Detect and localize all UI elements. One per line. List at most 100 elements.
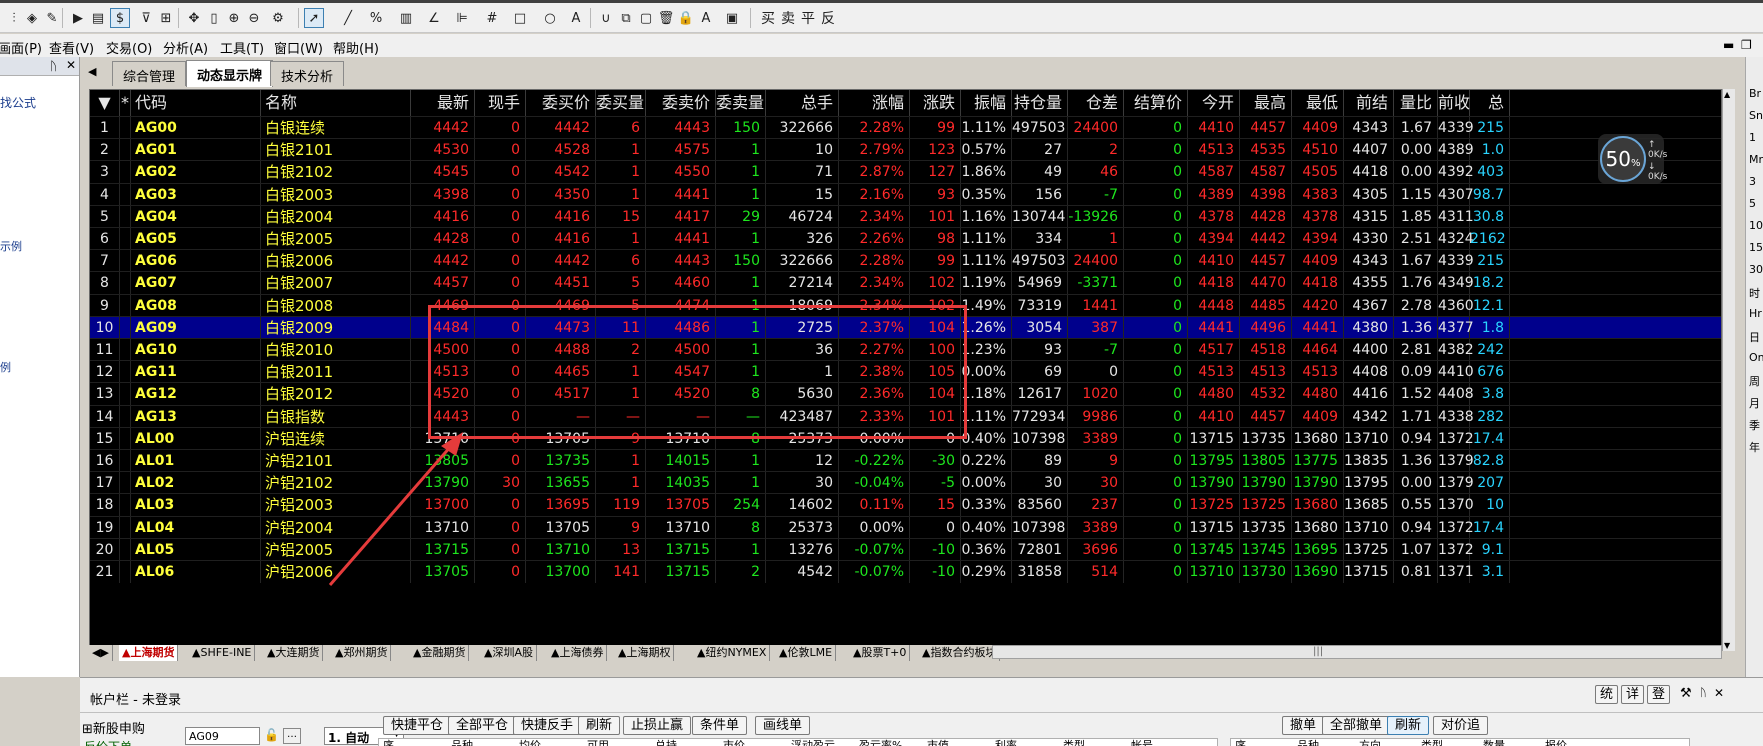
menu-trade[interactable]: 交易(O) xyxy=(106,38,152,57)
cursor-arrow-icon[interactable]: ➚ xyxy=(304,8,324,28)
table-row[interactable]: 2 AG01 白银2101 4530 0 4528 1 4575 1 10 2.79% 123 0.57… xyxy=(90,138,1721,162)
text-tool-icon[interactable]: A xyxy=(566,8,586,28)
period-button[interactable]: 1 xyxy=(1749,131,1756,144)
settings-gear-icon[interactable]: ⚙ xyxy=(268,8,288,28)
expand-icon[interactable]: ⊞ xyxy=(82,722,93,737)
sheet-tab[interactable]: ▲股票T+0 xyxy=(850,645,911,661)
table-row[interactable]: 19 AL04 沪铝2004 13710 0 13705 9 13710 8 25373 0.00%… xyxy=(90,515,1721,539)
ruler-icon[interactable]: ▥ xyxy=(396,8,416,28)
tools-icon[interactable]: ⚒ xyxy=(1680,686,1692,701)
buy-button[interactable]: 买 xyxy=(758,8,778,28)
column-header[interactable]: 振幅 xyxy=(961,90,1012,116)
lock-icon[interactable]: 🔓 xyxy=(264,728,279,742)
cancel-all-button[interactable]: 全部撤单 xyxy=(1322,716,1391,735)
period-button[interactable]: 10 xyxy=(1749,219,1763,232)
close-position-button[interactable]: 平 xyxy=(798,8,818,28)
copy-icon[interactable]: ⧉ xyxy=(616,8,636,28)
column-header[interactable]: 仓差 xyxy=(1068,90,1124,116)
tab-scroll-left-icon[interactable]: ◀ xyxy=(88,65,96,78)
sheet-tab[interactable]: ▲上海债券 xyxy=(548,645,608,661)
column-header[interactable]: 委卖量 xyxy=(716,90,766,116)
period-button[interactable]: 3 xyxy=(1749,175,1756,188)
account-button[interactable]: 详 xyxy=(1621,685,1645,704)
table-row[interactable]: 3 AG02 白银2102 4545 0 4542 1 4550 1 71 2.87% 127 1.86… xyxy=(90,160,1721,184)
rectangle-tool-icon[interactable]: □ xyxy=(510,8,530,28)
sell-button[interactable]: 卖 xyxy=(778,8,798,28)
column-header[interactable]: 品种 xyxy=(451,739,473,746)
account-button[interactable]: 登 xyxy=(1647,685,1671,704)
period-button[interactable]: 年 xyxy=(1749,439,1760,455)
left-panel-item-example-1[interactable]: 示例 xyxy=(0,238,22,254)
scroll-grip-icon[interactable]: ||| xyxy=(1313,646,1323,657)
sheet-scroll-icon[interactable]: ◀▶ xyxy=(89,645,113,661)
period-button[interactable]: 日 xyxy=(1749,329,1760,345)
filter-icon[interactable]: ⊽ xyxy=(136,8,156,28)
menu-tools[interactable]: 工具(T) xyxy=(220,38,264,57)
close-icon[interactable]: ✕ xyxy=(66,58,76,72)
table-row[interactable]: 8 AG07 白银2007 4457 0 4451 5 4460 1 27214 2.34% 102 1… xyxy=(90,271,1721,295)
column-header[interactable]: 今开 xyxy=(1188,90,1240,116)
sheet-tab[interactable]: ▲金融期货 xyxy=(410,645,470,661)
menu-window[interactable]: 窗口(W) xyxy=(274,38,323,57)
column-header[interactable]: 均价 xyxy=(519,739,541,746)
zoom-in-icon[interactable]: ⊕ xyxy=(224,8,244,28)
table-row[interactable]: 1 AG00 白银连续 4442 0 4442 6 4443 150 322666 2.28% 99 1… xyxy=(90,116,1721,139)
column-header[interactable]: 市值 xyxy=(927,739,949,746)
period-button[interactable]: 15 xyxy=(1749,241,1763,254)
period-button[interactable]: On xyxy=(1749,351,1763,364)
menu-analysis[interactable]: 分析(A) xyxy=(163,38,208,57)
contract-code-input[interactable]: AG09 xyxy=(185,727,260,745)
table-row[interactable]: 18 AL03 沪铝2003 13700 0 13695 119 13705 254 14602 0… xyxy=(90,493,1721,517)
column-header[interactable]: 量比 xyxy=(1394,90,1438,116)
vertical-bar-icon[interactable]: ▯ xyxy=(204,8,224,28)
stop-loss-button[interactable]: 止损止赢 xyxy=(623,716,692,735)
column-header[interactable]: 最低 xyxy=(1292,90,1344,116)
new-stock-item[interactable]: ⊞新股申购 xyxy=(82,718,145,737)
column-header[interactable]: 委卖价 xyxy=(646,90,716,116)
column-header[interactable]: 报价 xyxy=(1545,739,1567,746)
period-button[interactable]: 5 xyxy=(1749,197,1756,210)
tree-item[interactable]: 反价下单 xyxy=(84,738,132,746)
column-header[interactable]: 方向 xyxy=(1359,739,1381,746)
percent-tool-icon[interactable]: % xyxy=(366,8,386,28)
account-button[interactable]: 统 xyxy=(1595,685,1619,704)
tab-technical-analysis[interactable]: 技术分析 xyxy=(270,61,345,86)
column-header[interactable]: 结算价 xyxy=(1124,90,1188,116)
column-header[interactable]: ▼ xyxy=(90,90,120,116)
column-header[interactable]: 代码 xyxy=(131,90,261,116)
chart-bars-icon[interactable]: ⫶ xyxy=(4,8,24,28)
column-header[interactable]: 涨跌 xyxy=(910,90,961,116)
draw-line-order-button[interactable]: 画线单 xyxy=(755,716,811,735)
refresh-button[interactable]: 刷新 xyxy=(578,716,621,735)
column-header[interactable]: 数量 xyxy=(1483,739,1505,746)
period-button[interactable]: 30 xyxy=(1749,263,1763,276)
table-row[interactable]: 5 AG04 白银2004 4416 0 4416 15 4417 29 46724 2.34% 10… xyxy=(90,204,1721,228)
period-button[interactable]: Hr xyxy=(1749,307,1762,320)
column-header[interactable]: 类型 xyxy=(1063,739,1085,746)
column-header[interactable]: 最新 xyxy=(411,90,475,116)
left-panel-item-example-2[interactable]: 例 xyxy=(0,359,11,375)
column-header[interactable]: 现手 xyxy=(475,90,526,116)
pin-icon[interactable]: ᚢ xyxy=(1700,686,1707,699)
reverse-button[interactable]: 反 xyxy=(818,8,838,28)
minimize-icon[interactable]: ▬ xyxy=(1723,38,1734,52)
sheet-tab[interactable]: ▲指数合约板块 xyxy=(919,645,1001,661)
refresh-orders-button[interactable]: 刷新 xyxy=(1387,716,1430,735)
column-header[interactable]: 市价 xyxy=(723,739,745,746)
conditional-order-button[interactable]: 条件单 xyxy=(692,716,748,735)
column-header[interactable]: 类型 xyxy=(1421,739,1443,746)
period-button[interactable]: Mn xyxy=(1749,153,1763,166)
channel-tool-icon[interactable]: ⊫ xyxy=(452,8,472,28)
move-icon[interactable]: ✥ xyxy=(184,8,204,28)
column-header[interactable]: 利率 xyxy=(995,739,1017,746)
scroll-down-icon[interactable]: ▼ xyxy=(1724,641,1730,650)
column-header[interactable]: 浮动盈亏 xyxy=(791,739,835,746)
close-all-button[interactable]: 全部平仓 xyxy=(448,716,517,735)
sheet-tab[interactable]: ▲上海期权 xyxy=(615,645,675,661)
quick-reverse-button[interactable]: 快捷反手 xyxy=(513,716,582,735)
sheet-tab[interactable]: ▲SHFE-INE xyxy=(189,645,256,661)
sheet-tab[interactable]: ▲深圳A股 xyxy=(481,645,537,661)
lock-icon[interactable]: 🔒 xyxy=(676,8,696,28)
tab-dynamic-quote[interactable]: 动态显示牌 xyxy=(186,60,274,87)
sheet-tab[interactable]: ▲上海期货 xyxy=(119,645,179,661)
